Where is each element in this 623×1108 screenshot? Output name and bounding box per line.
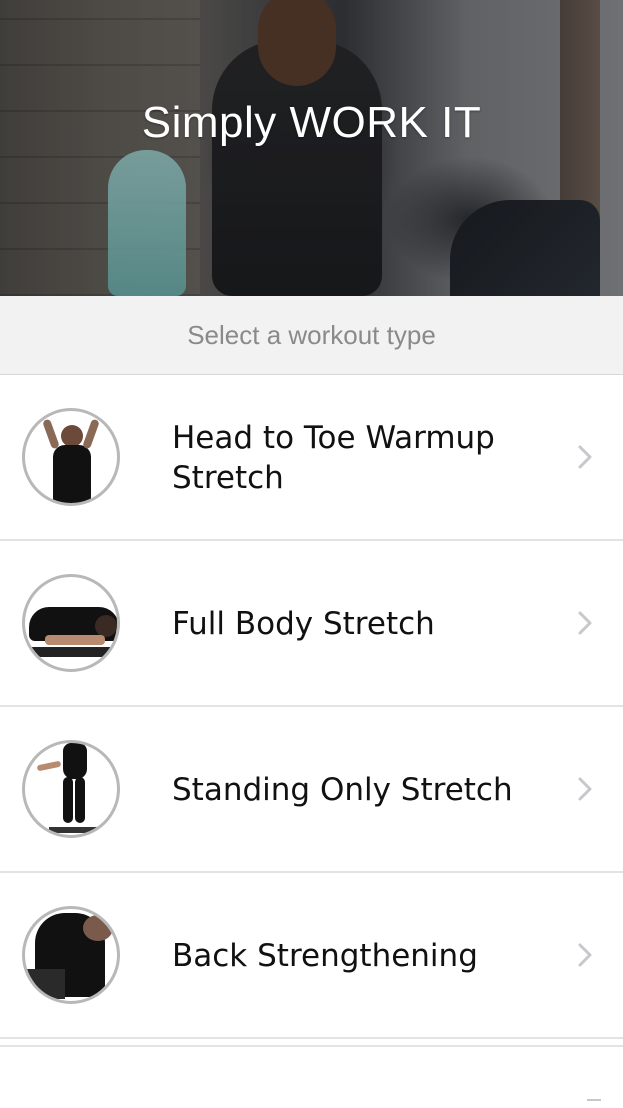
- chevron-right-icon: [571, 609, 599, 637]
- app-title: Simply WORK IT: [141, 98, 482, 147]
- workout-label: Standing Only Stretch: [172, 772, 513, 808]
- workout-row-partial[interactable]: [0, 1045, 623, 1108]
- chevron-right-icon: [571, 941, 599, 969]
- workout-row-head-to-toe[interactable]: Head to Toe Warmup Stretch: [0, 375, 623, 541]
- standing-legs-thumbnail: [22, 740, 120, 838]
- chevron-right-icon: [571, 443, 599, 471]
- workout-label: Full Body Stretch: [172, 606, 435, 642]
- section-subheader: Select a workout type: [0, 296, 623, 375]
- workout-list: Head to Toe Warmup Stretch Full Body Str…: [0, 375, 623, 1039]
- hero-banner: [0, 0, 623, 296]
- workout-label: Head to Toe Warmup Stretch: [172, 420, 495, 496]
- woman-standing-stretch-thumbnail: [22, 408, 120, 506]
- back-exercise-thumbnail: [22, 906, 120, 1004]
- workout-label: Back Strengthening: [172, 938, 478, 974]
- chevron-right-icon: [571, 775, 599, 803]
- workout-row-standing-only[interactable]: Standing Only Stretch: [0, 707, 623, 873]
- workout-row-full-body[interactable]: Full Body Stretch: [0, 541, 623, 707]
- partial-row-mark: [587, 1099, 601, 1101]
- seated-forward-fold-thumbnail: [22, 574, 120, 672]
- hero-overlay: [0, 0, 623, 296]
- subheader-text: Select a workout type: [187, 319, 436, 350]
- workout-row-back-strengthening[interactable]: Back Strengthening: [0, 873, 623, 1039]
